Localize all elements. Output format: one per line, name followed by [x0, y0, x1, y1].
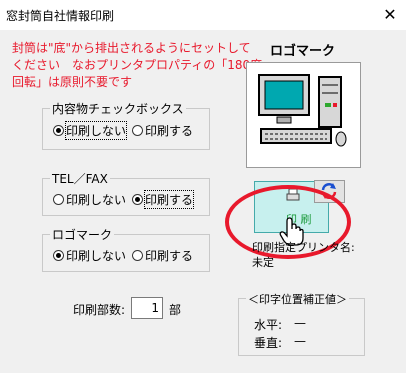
copies-unit: 部 — [169, 303, 182, 317]
logo-title: ロゴマーク — [270, 44, 336, 59]
logo-no-print-radio[interactable]: 印刷しない — [53, 247, 126, 264]
logo-print-radio[interactable]: 印刷する — [132, 247, 193, 264]
computer-icon — [258, 74, 347, 147]
radio-label: 印刷しない — [66, 193, 127, 207]
checkbox-print-radio[interactable]: 印刷する — [132, 122, 193, 139]
checkbox-group-label: 内容物チェックボックス — [50, 100, 186, 117]
notice-line: 回転」は原則不要です — [12, 75, 133, 89]
radio-icon — [53, 194, 64, 205]
logo-image[interactable] — [246, 62, 361, 168]
telfax-group-label: TEL／FAX — [50, 170, 110, 187]
copies-input[interactable]: 1 — [131, 297, 163, 319]
radio-label: 印刷する — [145, 249, 194, 263]
notice-line: 封筒は"底"から排出されるようにセットして — [12, 41, 251, 55]
horizontal-offset-value: — — [294, 316, 306, 330]
close-button[interactable]: ✕ — [378, 4, 402, 26]
radio-label: 印刷しない — [64, 121, 128, 140]
radio-icon — [132, 125, 143, 136]
copies-label: 印刷部数: — [73, 303, 126, 317]
telfax-print-radio[interactable]: 印刷する — [132, 190, 195, 209]
telfax-no-print-radio[interactable]: 印刷しない — [53, 191, 126, 208]
radio-icon — [53, 250, 64, 261]
radio-icon — [132, 194, 143, 205]
vertical-offset-value: — — [294, 334, 306, 348]
horizontal-offset-label: 水平: — [254, 318, 283, 332]
checkbox-no-print-radio[interactable]: 印刷しない — [53, 121, 128, 140]
radio-label: 印刷する — [145, 124, 194, 138]
vertical-offset-label: 垂直: — [254, 336, 283, 350]
radio-icon — [53, 125, 64, 136]
notice-line: ください なおプリンタプロパティの「180度 — [12, 58, 263, 72]
window-title: 窓封筒自社情報印刷 — [6, 9, 115, 23]
notice-text: 封筒は"底"から排出されるようにセットして ください なおプリンタプロパティの「… — [12, 40, 263, 91]
logo-group-label: ロゴマーク — [50, 226, 115, 243]
printer-name-value: 未定 — [252, 256, 274, 269]
radio-label: 印刷する — [143, 190, 195, 209]
printer-name-label: 印刷指定プリンタ名: — [252, 241, 355, 254]
radio-icon — [132, 250, 143, 261]
position-correction-title: ＜印字位置補正値＞ — [246, 291, 349, 307]
radio-label: 印刷しない — [66, 249, 127, 263]
